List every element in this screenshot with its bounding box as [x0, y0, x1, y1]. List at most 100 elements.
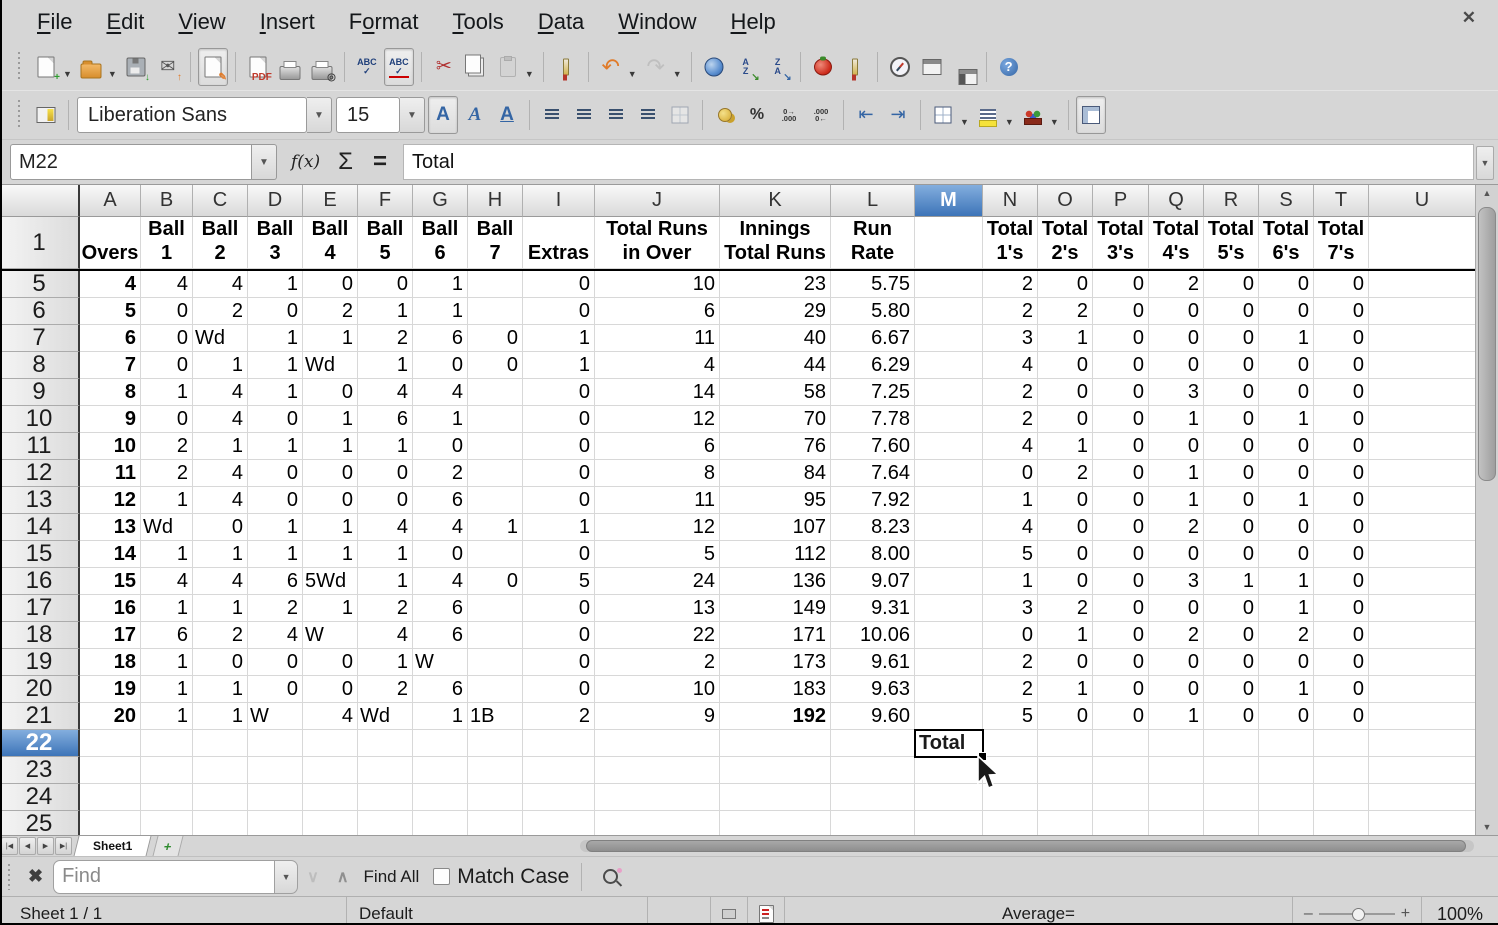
cell-L8[interactable]: 6.29 [831, 352, 915, 379]
cell-L17[interactable]: 9.31 [831, 595, 915, 622]
cell-B5[interactable]: 4 [141, 271, 193, 298]
cell-N1[interactable]: Total 1's [983, 217, 1038, 269]
cell-C17[interactable]: 1 [193, 595, 248, 622]
cell-H12[interactable] [468, 460, 523, 487]
cell-U13[interactable] [1369, 487, 1476, 514]
cell-I5[interactable]: 0 [523, 271, 595, 298]
cell-S19[interactable]: 0 [1259, 649, 1314, 676]
column-header-L[interactable]: L [831, 185, 915, 217]
font-size-value[interactable]: 15 [336, 97, 400, 133]
cell-U1[interactable] [1369, 217, 1476, 269]
cell-N11[interactable]: 4 [983, 433, 1038, 460]
cell-H7[interactable]: 0 [468, 325, 523, 352]
cell-N17[interactable]: 3 [983, 595, 1038, 622]
column-header-F[interactable]: F [358, 185, 413, 217]
cell-C13[interactable]: 4 [193, 487, 248, 514]
cell-B22[interactable] [141, 730, 193, 757]
cell-Q12[interactable]: 1 [1149, 460, 1204, 487]
cell-D24[interactable] [248, 784, 303, 811]
cell-Q1[interactable]: Total 4's [1149, 217, 1204, 269]
cell-L19[interactable]: 9.61 [831, 649, 915, 676]
cell-F15[interactable]: 1 [358, 541, 413, 568]
cell-M6[interactable] [915, 298, 983, 325]
sheet-tab-sheet1[interactable]: Sheet1 [73, 836, 152, 856]
column-header-D[interactable]: D [248, 185, 303, 217]
cell-H8[interactable]: 0 [468, 352, 523, 379]
cell-M1[interactable] [915, 217, 983, 269]
cell-E13[interactable]: 0 [303, 487, 358, 514]
cell-T16[interactable]: 0 [1314, 568, 1369, 595]
cell-N19[interactable]: 2 [983, 649, 1038, 676]
cell-T15[interactable]: 0 [1314, 541, 1369, 568]
cell-Q17[interactable]: 0 [1149, 595, 1204, 622]
tab-previous-icon[interactable]: ◀ [19, 837, 36, 855]
column-header-M[interactable]: M [915, 185, 983, 217]
cell-E23[interactable] [303, 757, 358, 784]
cell-P5[interactable]: 0 [1093, 271, 1149, 298]
cell-I14[interactable]: 1 [523, 514, 595, 541]
cell-K16[interactable]: 136 [720, 568, 831, 595]
cell-T25[interactable] [1314, 811, 1369, 835]
column-header-N[interactable]: N [983, 185, 1038, 217]
tab-next-icon[interactable]: ▶ [37, 837, 54, 855]
cell-E16[interactable]: 5Wd [303, 568, 358, 595]
insert-chart-icon[interactable] [808, 48, 838, 86]
cell-K22[interactable] [720, 730, 831, 757]
row-header-18[interactable]: 18 [0, 621, 80, 649]
cell-O5[interactable]: 0 [1038, 271, 1093, 298]
auto-spellcheck-icon[interactable]: ABC ✓ [383, 48, 414, 86]
cell-M12[interactable] [915, 460, 983, 487]
save-icon[interactable]: ↓ [121, 48, 151, 86]
cell-H6[interactable] [468, 298, 523, 325]
cell-P21[interactable]: 0 [1093, 703, 1149, 730]
percent-icon[interactable]: % [742, 96, 772, 134]
spelling-icon[interactable]: ABC ✓ [352, 48, 382, 86]
toolbar-grip[interactable] [6, 863, 12, 890]
cell-B25[interactable] [141, 811, 193, 835]
cell-S12[interactable]: 0 [1259, 460, 1314, 487]
cell-F8[interactable]: 1 [358, 352, 413, 379]
row-header-13[interactable]: 13 [0, 486, 80, 514]
merge-cells-icon[interactable] [665, 96, 695, 134]
cell-H14[interactable]: 1 [468, 514, 523, 541]
cell-S10[interactable]: 1 [1259, 406, 1314, 433]
cell-P9[interactable]: 0 [1093, 379, 1149, 406]
cell-N5[interactable]: 2 [983, 271, 1038, 298]
cell-K19[interactable]: 173 [720, 649, 831, 676]
cell-B11[interactable]: 2 [141, 433, 193, 460]
cell-E8[interactable]: Wd [303, 352, 358, 379]
cell-M16[interactable] [915, 568, 983, 595]
cell-L21[interactable]: 9.60 [831, 703, 915, 730]
cell-F17[interactable]: 2 [358, 595, 413, 622]
cell-L18[interactable]: 10.06 [831, 622, 915, 649]
sheet-number-status[interactable]: Sheet 1 / 1 [0, 904, 346, 924]
cell-F10[interactable]: 6 [358, 406, 413, 433]
cell-H25[interactable] [468, 811, 523, 835]
cell-U21[interactable] [1369, 703, 1476, 730]
cell-P8[interactable]: 0 [1093, 352, 1149, 379]
function-wizard-icon[interactable]: f(x) [291, 152, 320, 172]
cell-B9[interactable]: 1 [141, 379, 193, 406]
cell-N7[interactable]: 3 [983, 325, 1038, 352]
open-document-dropdown-icon[interactable]: ▼ [108, 69, 117, 79]
cell-N9[interactable]: 2 [983, 379, 1038, 406]
cell-S25[interactable] [1259, 811, 1314, 835]
undo-dropdown-icon[interactable]: ▼ [628, 69, 637, 79]
row-header-5[interactable]: 5 [0, 270, 80, 298]
cell-A7[interactable]: 6 [80, 325, 141, 352]
cell-U17[interactable] [1369, 595, 1476, 622]
find-input[interactable] [53, 859, 276, 894]
cell-T20[interactable]: 0 [1314, 676, 1369, 703]
cell-J7[interactable]: 11 [595, 325, 720, 352]
zoom-slider-knob[interactable] [1352, 908, 1366, 921]
cell-E6[interactable]: 2 [303, 298, 358, 325]
italic-icon[interactable]: A [460, 96, 490, 134]
sidebar-icon[interactable] [31, 96, 61, 134]
cell-I12[interactable]: 0 [523, 460, 595, 487]
cell-G20[interactable]: 6 [413, 676, 468, 703]
cell-M9[interactable] [915, 379, 983, 406]
cell-P19[interactable]: 0 [1093, 649, 1149, 676]
cell-A14[interactable]: 13 [80, 514, 141, 541]
undo-icon[interactable]: ↶ [596, 48, 626, 86]
currency-icon[interactable] [710, 96, 740, 134]
